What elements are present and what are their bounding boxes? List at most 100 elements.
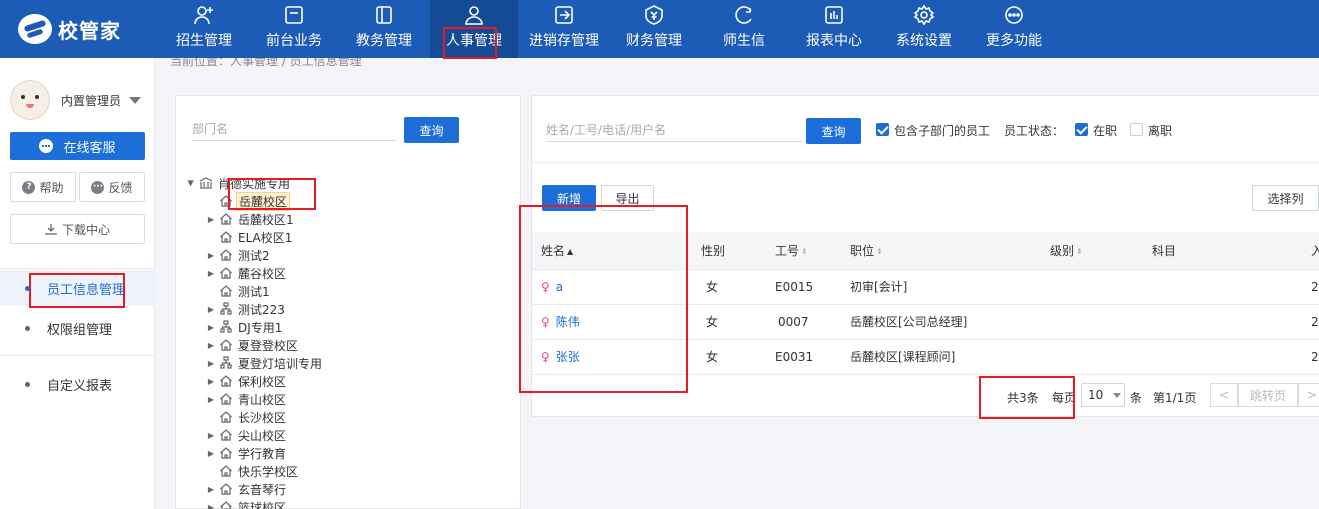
table-row[interactable]: ♀张张 女 E0031 岳麓校区[课程顾问] 20: [532, 340, 1319, 375]
include-sub-dept-checkbox[interactable]: [876, 123, 889, 136]
column-header-subject: 科目: [1152, 244, 1177, 258]
nav-recruitment[interactable]: 招生管理: [160, 0, 248, 58]
user-menu[interactable]: 内置管理员: [10, 80, 142, 120]
caret-right-icon[interactable]: ▶: [206, 269, 216, 278]
tree-node-label: 快乐学校区: [238, 464, 299, 479]
house-icon: [220, 447, 232, 459]
tree-node[interactable]: ▶ 测试2: [206, 246, 272, 264]
help-button[interactable]: ? 帮助: [10, 172, 76, 202]
house-icon: [220, 411, 232, 423]
department-search-input[interactable]: [192, 117, 397, 141]
caret-right-icon[interactable]: ▶: [206, 251, 216, 260]
staff-search-input[interactable]: [546, 118, 803, 142]
column-header-position[interactable]: 职位 ⬍: [850, 232, 883, 270]
nav-academic[interactable]: 教务管理: [340, 0, 428, 58]
table-row[interactable]: ♀a 女 E0015 初审[会计] 20: [532, 270, 1319, 305]
caret-right-icon[interactable]: ▶: [206, 305, 216, 314]
nav-reports[interactable]: 报表中心: [790, 0, 878, 58]
tree-node[interactable]: ▶ 夏登灯培训专用: [206, 354, 324, 372]
tree-node[interactable]: ▶ 测试223: [206, 300, 287, 318]
caret-right-icon[interactable]: ▶: [206, 341, 216, 350]
status-active-checkbox[interactable]: [1075, 123, 1088, 136]
user-name: 内置管理员: [61, 93, 122, 108]
chat-icon: [39, 139, 54, 153]
tree-node[interactable]: 测试1: [206, 282, 272, 300]
staff-name-link[interactable]: ♀ a: [541, 270, 563, 305]
export-button[interactable]: 导出: [601, 185, 654, 211]
online-service-button[interactable]: 在线客服: [10, 132, 145, 160]
nav-finance[interactable]: 财务管理: [610, 0, 698, 58]
tree-node-label: 学行教育: [238, 446, 287, 461]
column-header-gender: 性别: [701, 244, 726, 258]
tree-node[interactable]: ▶ 岳麓校区1: [206, 210, 296, 228]
tree-node[interactable]: ▶ 麓谷校区: [206, 264, 288, 282]
caret-right-icon[interactable]: ▶: [206, 323, 216, 332]
tree-node[interactable]: ▶ 篮球校区: [206, 498, 288, 509]
nav-more[interactable]: 更多功能: [970, 0, 1058, 58]
column-header-date: 入: [1311, 244, 1319, 258]
caret-right-icon[interactable]: ▶: [187, 178, 196, 188]
house-icon: [220, 393, 232, 405]
table-row[interactable]: ♀陈伟 女 0007 岳麓校区[公司总经理] 20: [532, 305, 1319, 340]
tree-node-label: 岳麓校区: [236, 191, 291, 211]
tree-node[interactable]: ▶ 肖德实施专用: [186, 174, 292, 192]
logo[interactable]: 校管家: [18, 12, 121, 46]
tree-node-label: 岳麓校区1: [238, 212, 294, 227]
staff-name-link[interactable]: ♀ 陈伟: [541, 305, 580, 340]
sidebar-item-staff-info[interactable]: 员工信息管理: [0, 270, 155, 306]
caret-right-icon[interactable]: ▶: [206, 395, 216, 404]
select-columns-button[interactable]: 选择列: [1252, 185, 1319, 211]
sidebar-item-label: 权限组管理: [47, 322, 113, 338]
tree-node[interactable]: ELA校区1: [206, 228, 294, 246]
include-sub-dept-label: 包含子部门的员工: [894, 124, 991, 138]
cell-position: 初审[会计]: [850, 280, 908, 294]
next-page-button[interactable]: >: [1298, 383, 1319, 407]
jump-page-button[interactable]: 跳转页: [1238, 383, 1298, 407]
cell-gender: 女: [706, 280, 719, 294]
sort-icon: ⬍: [876, 247, 883, 256]
caret-right-icon[interactable]: ▶: [206, 215, 216, 224]
tree-node[interactable]: 快乐学校区: [206, 462, 300, 480]
status-left-checkbox[interactable]: [1130, 123, 1143, 136]
org-icon: [220, 302, 232, 315]
caret-right-icon[interactable]: ▶: [206, 359, 216, 368]
bullet-icon: [25, 325, 30, 331]
tree-node[interactable]: ▶ 玄音琴行: [206, 480, 288, 498]
nav-inventory[interactable]: 进销存管理: [520, 0, 608, 58]
tree-node[interactable]: ▶ 保利校区: [206, 372, 288, 390]
caret-right-icon[interactable]: ▶: [206, 431, 216, 440]
house-icon: [220, 213, 232, 225]
caret-right-icon[interactable]: ▶: [206, 449, 216, 458]
tree-node[interactable]: ▶ 夏登登校区: [206, 336, 300, 354]
add-staff-button[interactable]: 新增: [542, 185, 596, 211]
tree-node[interactable]: ▶ 尖山校区: [206, 426, 288, 444]
org-icon: [220, 356, 232, 369]
sidebar-item-custom-reports[interactable]: 自定义报表: [0, 366, 155, 402]
download-center-button[interactable]: 下载中心: [10, 214, 145, 244]
caret-right-icon[interactable]: ▶: [206, 503, 216, 509]
staff-search-button[interactable]: 查询: [806, 118, 861, 144]
sidebar-item-permission-groups[interactable]: 权限组管理: [0, 310, 155, 346]
table-header: 姓名 ▲ 性别 工号 ⬍ 职位 ⬍ 级别 ⬍ 科目 入: [532, 232, 1319, 270]
feedback-button[interactable]: ··· 反馈: [79, 172, 145, 202]
tree-node[interactable]: 岳麓校区: [206, 191, 291, 211]
page-size-select[interactable]: 10: [1081, 383, 1125, 407]
logo-icon: [18, 14, 52, 44]
caret-right-icon[interactable]: ▶: [206, 485, 216, 494]
tree-node[interactable]: ▶ 学行教育: [206, 444, 288, 462]
caret-right-icon[interactable]: ▶: [206, 377, 216, 386]
download-center-label: 下载中心: [61, 222, 110, 237]
tree-node[interactable]: ▶ DJ专用1: [206, 318, 284, 336]
staff-name-link[interactable]: ♀ 张张: [541, 340, 580, 375]
tree-node[interactable]: 长沙校区: [206, 408, 288, 426]
nav-hr[interactable]: 人事管理: [430, 0, 518, 58]
nav-front-desk[interactable]: 前台业务: [250, 0, 338, 58]
nav-settings[interactable]: 系统设置: [880, 0, 968, 58]
prev-page-button[interactable]: <: [1210, 383, 1238, 407]
tree-node[interactable]: ▶ 青山校区: [206, 390, 288, 408]
department-search-button[interactable]: 查询: [404, 117, 459, 143]
column-header-name[interactable]: 姓名 ▲: [541, 232, 573, 270]
column-header-level[interactable]: 级别 ⬍: [1050, 232, 1083, 270]
column-header-id[interactable]: 工号 ⬍: [775, 232, 808, 270]
nav-messaging[interactable]: 师生信: [700, 0, 788, 58]
